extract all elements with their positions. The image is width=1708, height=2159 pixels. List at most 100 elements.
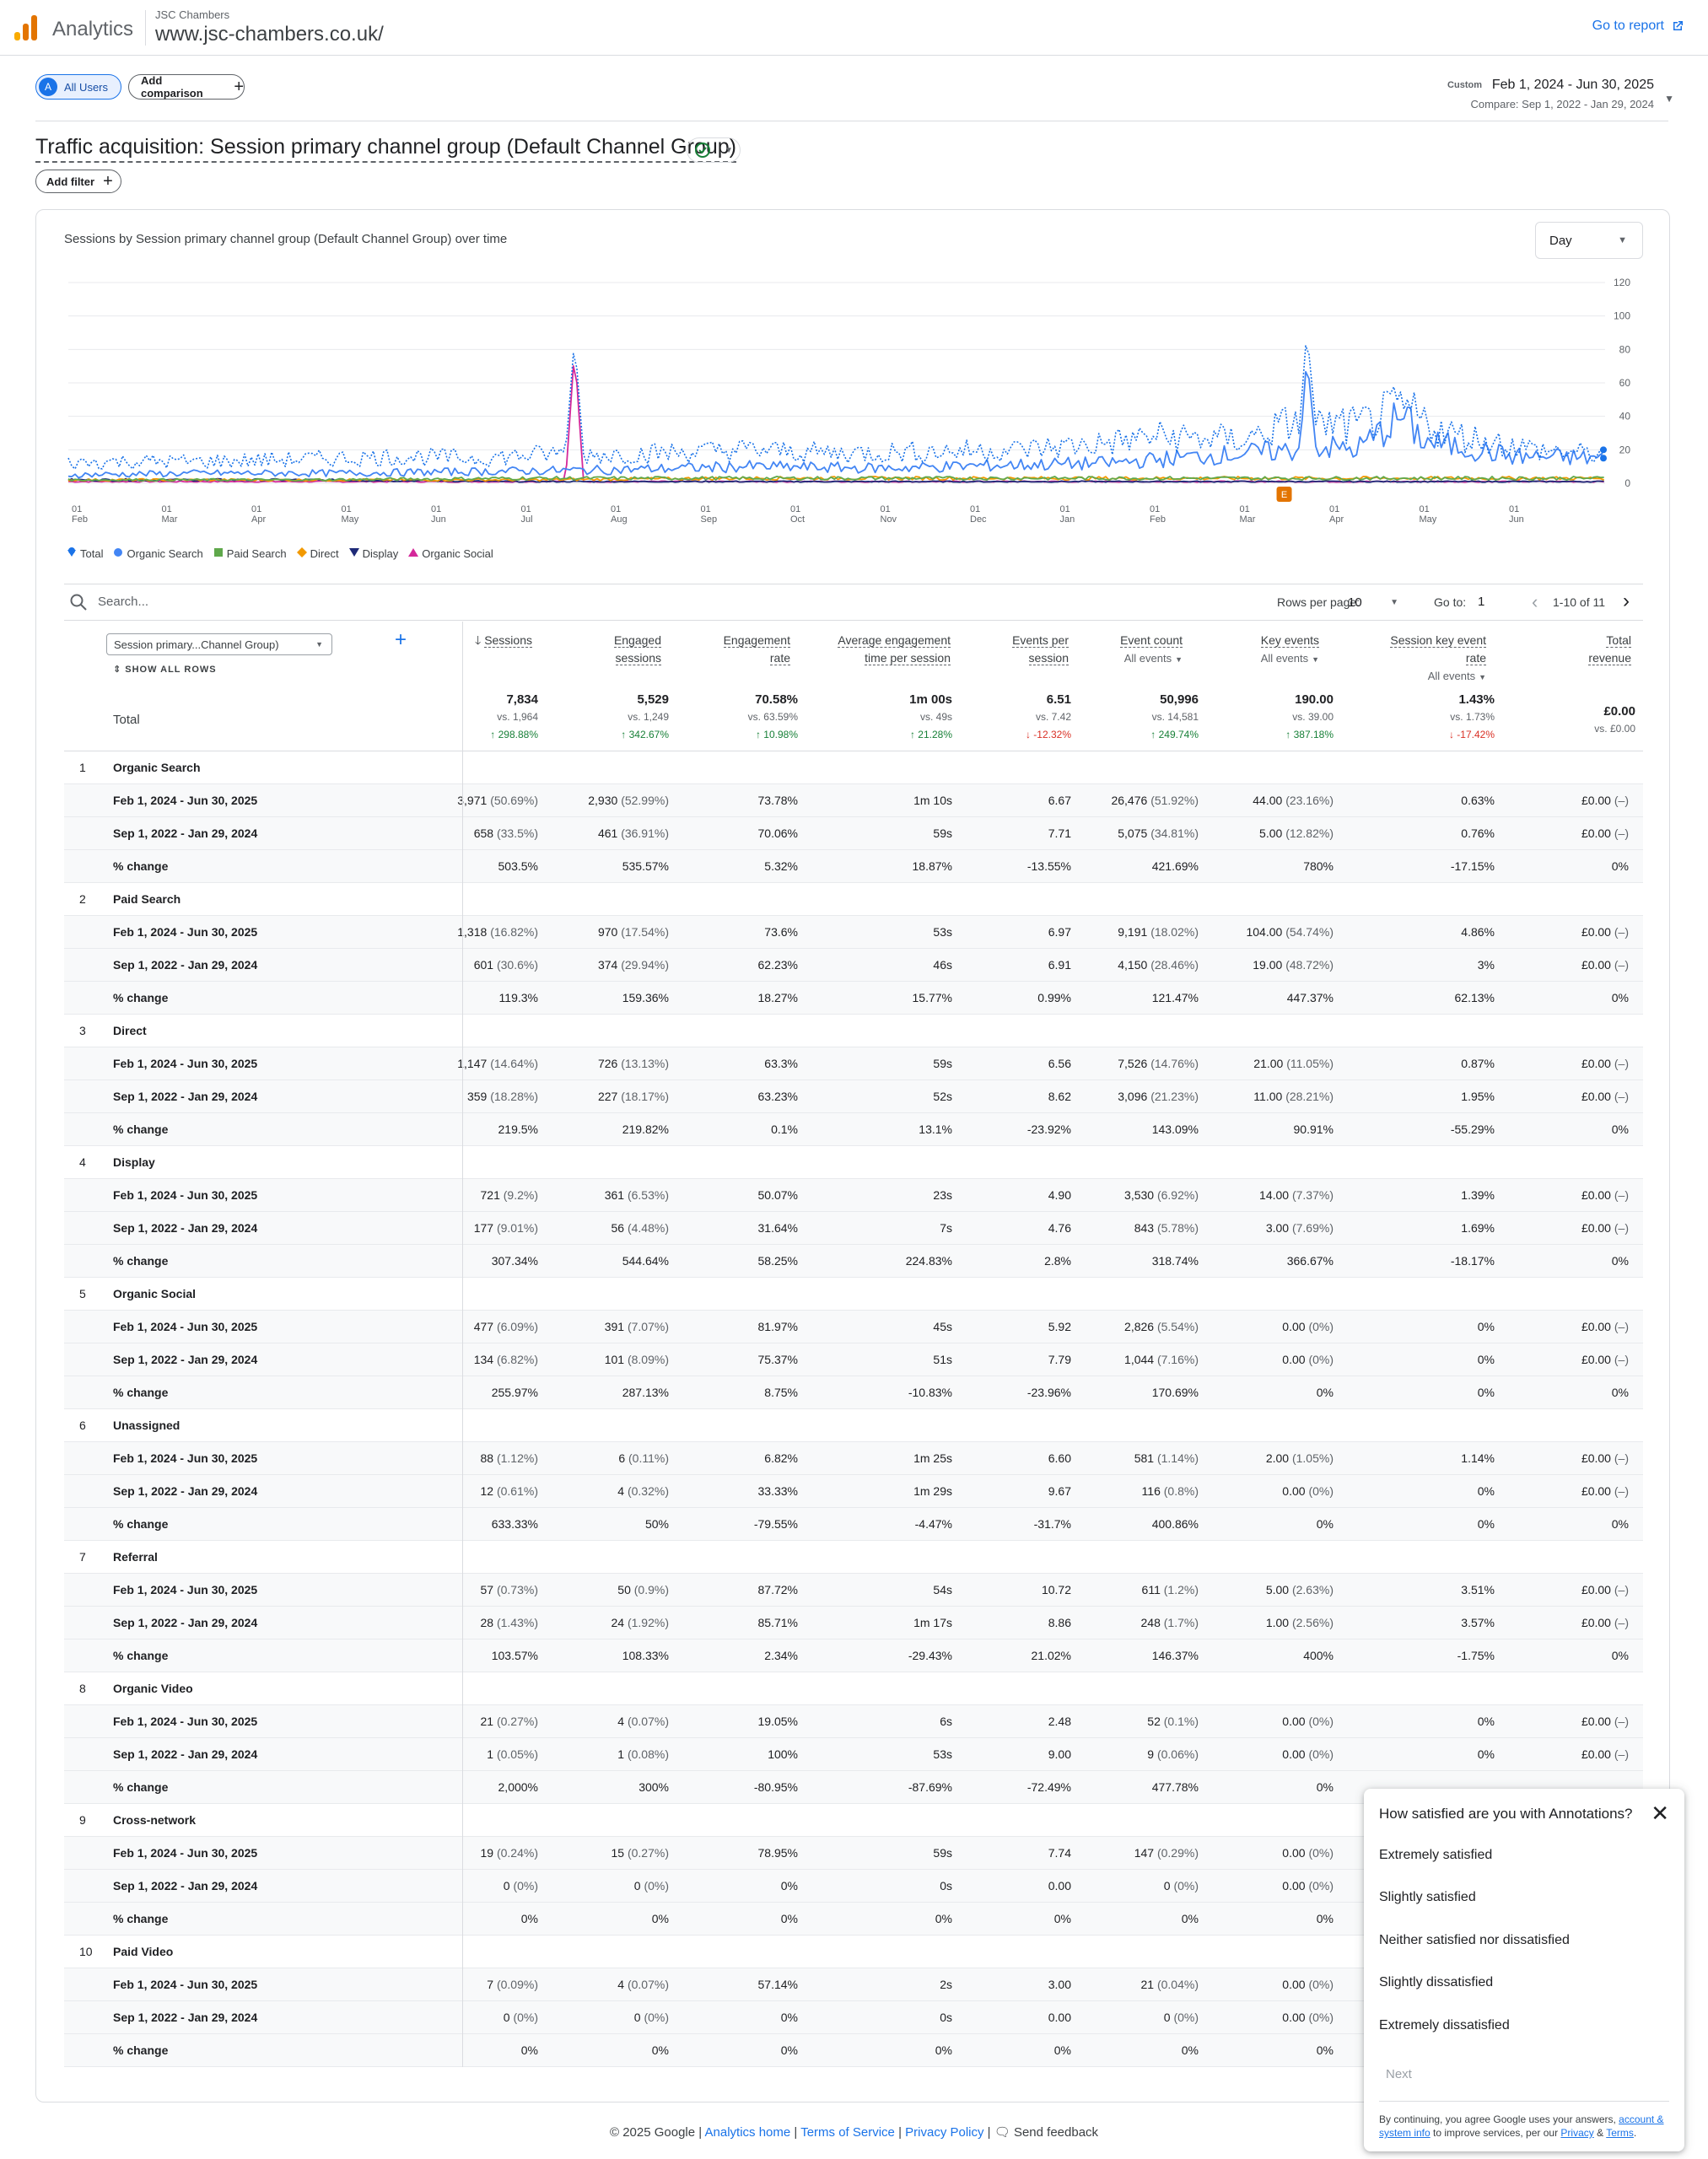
x-tick-label: Jun [1509,514,1524,525]
table-group-row[interactable]: 4 Display [64,1146,1643,1179]
table-cell: £0.00 (–) [1581,1451,1629,1465]
x-tick-label: May [342,514,359,525]
app-name[interactable]: Analytics [52,18,133,41]
legend-item[interactable]: Paid Search [213,547,287,560]
column-header-label: revenue [1588,651,1631,665]
chevron-right-icon[interactable]: › [1623,590,1630,613]
column-header-label: sessions [615,651,661,665]
table-cell: -18.17% [1450,1254,1495,1268]
satisfaction-survey: How satisfied are you with Annotations? … [1364,1789,1684,2151]
x-tick-label: Jul [521,514,533,525]
total-value: 70.58% [755,692,798,707]
chevron-down-icon: ▼ [315,640,323,649]
table-cell: 63.23% [757,1090,798,1103]
go-to-report-link[interactable]: Go to report [1592,19,1684,34]
add-comparison-button[interactable]: Add comparison + [128,74,245,100]
account-name[interactable]: JSC Chambers [155,8,229,21]
date-range-value: Feb 1, 2024 - Jun 30, 2025 [1491,78,1654,92]
table-cell: £0.00 (–) [1581,794,1629,807]
table-cell: 3.57% [1461,1616,1495,1629]
percent-of-total: (33.5%) [496,826,538,840]
analytics-logo-icon[interactable] [13,15,39,40]
total-change-value: ↑ 342.67% [621,729,669,740]
row-rank: 1 [79,761,86,774]
property-name[interactable]: www.jsc-chambers.co.uk/ [155,23,384,46]
event-filter-select[interactable]: All events ▼ [1390,667,1486,686]
table-cell: £0.00 (–) [1581,1616,1629,1629]
table-cell: 21.02% [1031,1649,1071,1662]
send-feedback-link[interactable]: Send feedback [1014,2125,1098,2140]
table-cell: 1,147 (14.64%) [457,1057,538,1070]
legend-item[interactable]: Organic Social [408,547,493,560]
top-bar: Analytics JSC Chambers www.jsc-chambers.… [0,0,1708,56]
table-cell: 1m 17s [913,1616,952,1629]
legend-item[interactable]: Organic Search [113,547,203,560]
event-filter-select[interactable]: All events ▼ [1120,649,1183,669]
legend-item[interactable]: Display [348,547,398,560]
terms-link[interactable]: Terms of Service [800,2125,895,2140]
goto-input[interactable]: 1 [1478,595,1511,609]
table-cell: 1,318 (16.82%) [457,925,538,939]
disclaimer-text: By continuing, you agree Google uses you… [1379,2113,1619,2125]
column-header[interactable]: Session key event rate All events ▼ [1390,632,1486,686]
show-all-rows-label: SHOW ALL ROWS [125,665,217,675]
add-filter-button[interactable]: Add filter + [35,170,121,193]
legend-item[interactable]: Direct [296,547,339,560]
line-chart[interactable]: 02040608010012001Feb01Mar01Apr01May01Jun… [62,266,1656,544]
close-icon[interactable]: ✕ [1651,1801,1669,1827]
total-label: Total [113,713,140,727]
survey-option[interactable]: Extremely dissatisfied [1379,2018,1510,2033]
row-label: Sep 1, 2022 - Jan 29, 2024 [113,1484,258,1498]
survey-option[interactable]: Neither satisfied nor dissatisfied [1379,1933,1570,1948]
survey-option[interactable]: Slightly dissatisfied [1379,1975,1493,1990]
search-input[interactable]: Search... [98,595,148,609]
chevron-down-icon: ▼ [1312,655,1319,664]
percent-of-total: (48.72%) [1285,958,1334,972]
table-cell: 1m 10s [913,794,952,807]
table-group-row[interactable]: 3 Direct [64,1015,1643,1047]
dimension-select[interactable]: Session primary...Channel Group) ▼ [106,633,332,655]
table-cell: 2,000% [498,1780,538,1794]
table-group-row[interactable]: 2 Paid Search [64,883,1643,916]
event-filter-select[interactable]: All events ▼ [1261,649,1319,669]
table-cell: 28 (1.43%) [480,1616,539,1629]
column-header[interactable]: Total revenue [1588,632,1631,667]
chevron-left-icon[interactable]: ‹ [1532,591,1538,613]
column-header[interactable]: Events per session [1012,632,1069,667]
table-cell: 1m 29s [913,1484,952,1498]
feedback-icon: 🗨 [994,2125,1010,2140]
table-row: % change 219.5% 219.82% 0.1% 13.1% -23.92% 143… [64,1113,1643,1146]
table-row: % change 503.5% 535.57% 5.32% 18.87% -13.55% 4… [64,850,1643,883]
legend-item[interactable]: Total [67,547,103,560]
y-tick-label: 80 [1619,343,1631,355]
table-group-row[interactable]: 8 Organic Video [64,1672,1643,1705]
add-dimension-plus-icon[interactable]: + [395,628,407,652]
report-status-menu[interactable]: ▼ [687,137,741,163]
column-header[interactable]: Average engagement time per session [838,632,951,667]
survey-option[interactable]: Slightly satisfied [1379,1890,1476,1905]
percent-of-total: (0.29%) [1156,1846,1199,1860]
date-range-picker[interactable]: Custom Feb 1, 2024 - Jun 30, 2025 Compar… [1371,76,1674,116]
all-users-chip[interactable]: A All Users [35,74,121,100]
percent-of-total: (54.74%) [1285,925,1334,939]
column-header[interactable]: 🡓 Sessions [475,632,532,649]
survey-next-button[interactable]: Next [1386,2067,1412,2081]
column-header[interactable]: Key events All events ▼ [1261,632,1319,669]
table-group-row[interactable]: 7 Referral [64,1541,1643,1574]
survey-option[interactable]: Extremely satisfied [1379,1848,1492,1863]
table-cell: 0s [940,2011,952,2024]
add-filter-label: Add filter [46,175,95,188]
column-header[interactable]: Event count All events ▼ [1120,632,1183,669]
column-header[interactable]: Engaged sessions [613,632,661,667]
show-all-rows-button[interactable]: ⇕ SHOW ALL ROWS [113,664,217,675]
column-header-label: Key events [1260,633,1319,648]
table-group-row[interactable]: 6 Unassigned [64,1409,1643,1442]
table-group-row[interactable]: 1 Organic Search [64,751,1643,784]
table-group-row[interactable]: 5 Organic Social [64,1278,1643,1311]
rows-per-page-select[interactable]: 10 ▼ [1343,593,1402,615]
column-header[interactable]: Engagement rate [723,632,790,667]
privacy-link[interactable]: Privacy Policy [905,2125,983,2140]
analytics-home-link[interactable]: Analytics home [705,2125,791,2140]
table-cell: 19.00 (48.72%) [1253,958,1334,972]
granularity-select[interactable]: Day ▼ [1535,222,1643,259]
